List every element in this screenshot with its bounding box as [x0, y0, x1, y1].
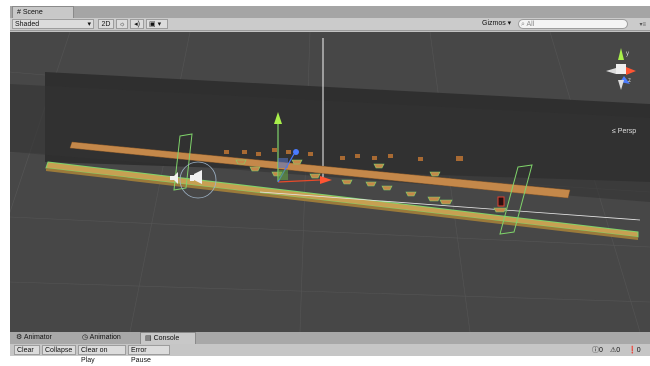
sun-icon: ☼ [119, 21, 126, 28]
shading-mode-label: Shaded [15, 21, 40, 28]
panel-menu-icon[interactable]: ▾≡ [639, 21, 646, 28]
tab-console-label: Console [153, 335, 180, 342]
projection-label-text: Persp [617, 128, 637, 135]
animator-icon: ⚙ [16, 334, 23, 341]
svg-text:z: z [628, 78, 631, 84]
shading-mode-dropdown[interactable]: Shaded ▾ [12, 19, 94, 29]
tab-console[interactable]: ▤ Console [140, 332, 196, 344]
error-count: 0 [636, 347, 641, 354]
collapse-button[interactable]: Collapse [42, 345, 76, 355]
tab-animator-label: Animator [23, 334, 52, 341]
lighting-toggle-button[interactable]: ☼ [116, 19, 128, 29]
gizmos-label: Gizmos [482, 20, 506, 27]
speaker-icon: ◂) [134, 21, 140, 28]
error-pause-button[interactable]: Error Pause [128, 345, 170, 364]
console-toolbar: Clear Collapse Clear on Play Error Pause… [10, 344, 650, 364]
svg-text:y: y [626, 51, 629, 57]
image-icon: ▣ [149, 21, 156, 28]
chevron-down-icon: ▾ [87, 21, 91, 28]
scene-toolbar: Shaded ▾ 2D ☼ ◂) ▣ ▾ Gizmos ▾ ⌕ All ▾≡ [10, 18, 650, 31]
tab-animation-label: Animation [89, 334, 121, 341]
tab-scene[interactable]: # Scene [12, 6, 74, 18]
clear-button[interactable]: Clear [14, 345, 40, 355]
audio-toggle-button[interactable]: ◂) [130, 19, 144, 29]
error-count-toggle[interactable]: ❗0 [628, 346, 641, 355]
info-count-toggle[interactable]: ⓘ0 [592, 346, 603, 355]
tab-animation[interactable]: ◷ Animation [80, 332, 121, 344]
warning-count-toggle[interactable]: ⚠0 [610, 346, 620, 355]
warning-count: 0 [616, 347, 621, 354]
console-icon: ▤ [145, 335, 152, 342]
crate-object [497, 196, 505, 207]
error-icon: ❗ [628, 347, 637, 354]
info-icon: ⓘ [592, 347, 599, 354]
tab-bar: # Scene [10, 6, 650, 18]
clear-on-play-button[interactable]: Clear on Play [78, 345, 126, 364]
tab-animator[interactable]: ⚙ Animator [14, 332, 52, 344]
2d-toggle-button[interactable]: 2D [98, 19, 114, 29]
search-input[interactable]: ⌕ All [518, 19, 628, 29]
scene-viewport[interactable]: y z ≤ Persp [10, 32, 650, 332]
editor-window: # Scene Shaded ▾ 2D ☼ ◂) ▣ ▾ Gizmos ▾ ⌕ … [10, 6, 650, 364]
search-icon: ⌕ [521, 21, 525, 28]
scene-render [10, 32, 650, 332]
projection-label[interactable]: ≤ Persp [612, 128, 636, 135]
scene-tab-label: Scene [22, 9, 43, 16]
clock-icon: ◷ [82, 334, 89, 341]
bottom-tab-bar: ⚙ Animator ◷ Animation ▤ Console [10, 332, 650, 344]
gizmos-dropdown[interactable]: Gizmos ▾ [480, 19, 516, 29]
search-placeholder: All [526, 21, 535, 28]
orientation-gizmo-icon[interactable]: y z [604, 46, 638, 92]
grid-icon: # [17, 9, 21, 16]
info-count: 0 [599, 347, 603, 354]
effects-dropdown[interactable]: ▣ ▾ [146, 19, 168, 29]
